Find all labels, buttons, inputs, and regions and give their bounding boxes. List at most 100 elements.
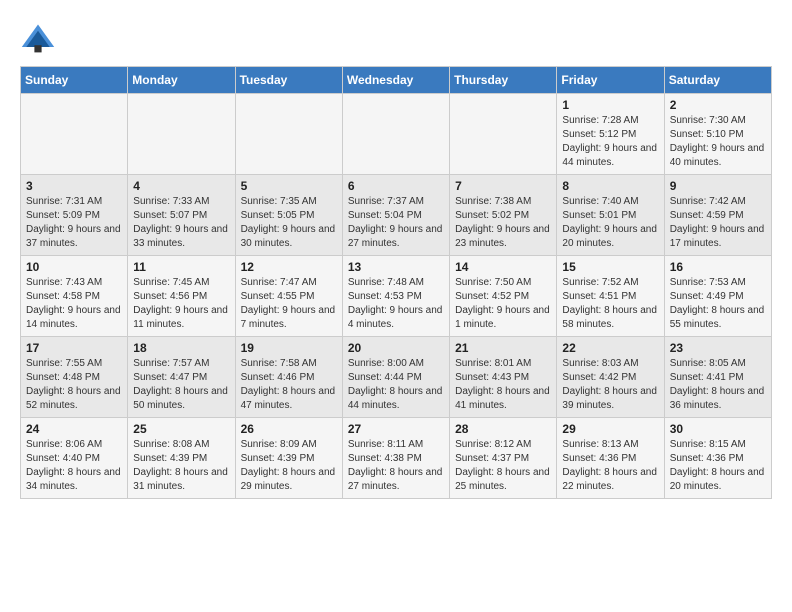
calendar-week-row: 10 Sunrise: 7:43 AM Sunset: 4:58 PM Dayli… [21, 256, 772, 337]
day-info: Sunrise: 8:09 AM Sunset: 4:39 PM Dayligh… [241, 438, 337, 494]
day-number: 9 [670, 179, 766, 193]
day-number: 26 [241, 422, 337, 436]
calendar-cell: 14 Sunrise: 7:50 AM Sunset: 4:52 PM Dayli… [450, 256, 557, 337]
calendar-week-row: 3 Sunrise: 7:31 AM Sunset: 5:09 PM Daylig… [21, 175, 772, 256]
calendar-cell: 24 Sunrise: 8:06 AM Sunset: 4:40 PM Dayli… [21, 418, 128, 499]
calendar-cell: 4Sunrise: 7:33 AM Sunset: 5:07 PM Daylig… [128, 175, 235, 256]
day-number: 16 [670, 260, 766, 274]
day-number: 20 [348, 341, 444, 355]
calendar-cell: 13 Sunrise: 7:48 AM Sunset: 4:53 PM Dayli… [342, 256, 449, 337]
calendar-cell: 11Sunrise: 7:45 AM Sunset: 4:56 PM Dayli… [128, 256, 235, 337]
calendar-cell: 20 Sunrise: 8:00 AM Sunset: 4:44 PM Dayli… [342, 337, 449, 418]
calendar-cell: 18 Sunrise: 7:57 AM Sunset: 4:47 PM Dayli… [128, 337, 235, 418]
day-number: 28 [455, 422, 551, 436]
day-number: 27 [348, 422, 444, 436]
day-info: Sunrise: 8:13 AM Sunset: 4:36 PM Dayligh… [562, 438, 658, 494]
weekday-header: Monday [128, 67, 235, 94]
calendar-cell: 6Sunrise: 7:37 AM Sunset: 5:04 PM Daylig… [342, 175, 449, 256]
calendar-cell: 15 Sunrise: 7:52 AM Sunset: 4:51 PM Dayli… [557, 256, 664, 337]
calendar-cell: 7 Sunrise: 7:38 AM Sunset: 5:02 PM Daylig… [450, 175, 557, 256]
calendar-week-row: 17 Sunrise: 7:55 AM Sunset: 4:48 PM Dayli… [21, 337, 772, 418]
calendar-cell: 19Sunrise: 7:58 AM Sunset: 4:46 PM Dayli… [235, 337, 342, 418]
weekday-header: Tuesday [235, 67, 342, 94]
calendar-cell: 8 Sunrise: 7:40 AM Sunset: 5:01 PM Daylig… [557, 175, 664, 256]
day-number: 5 [241, 179, 337, 193]
day-info: Sunrise: 8:08 AM Sunset: 4:39 PM Dayligh… [133, 438, 229, 494]
calendar-cell: 1 Sunrise: 7:28 AM Sunset: 5:12 PM Daylig… [557, 94, 664, 175]
calendar-cell: 9 Sunrise: 7:42 AM Sunset: 4:59 PM Daylig… [664, 175, 771, 256]
calendar-week-row: 24 Sunrise: 8:06 AM Sunset: 4:40 PM Dayli… [21, 418, 772, 499]
calendar-cell: 12 Sunrise: 7:47 AM Sunset: 4:55 PM Dayli… [235, 256, 342, 337]
day-info: Sunrise: 8:05 AM Sunset: 4:41 PM Dayligh… [670, 357, 766, 413]
logo [20, 20, 62, 56]
day-info: Sunrise: 7:30 AM Sunset: 5:10 PM Dayligh… [670, 114, 766, 170]
day-info: Sunrise: 7:37 AM Sunset: 5:04 PM Dayligh… [348, 195, 444, 251]
page-header [20, 20, 772, 56]
calendar-cell [342, 94, 449, 175]
day-info: Sunrise: 7:43 AM Sunset: 4:58 PM Dayligh… [26, 276, 122, 332]
calendar-week-row: 1 Sunrise: 7:28 AM Sunset: 5:12 PM Daylig… [21, 94, 772, 175]
day-info: Sunrise: 7:50 AM Sunset: 4:52 PM Dayligh… [455, 276, 551, 332]
calendar-cell: 30 Sunrise: 8:15 AM Sunset: 4:36 PM Dayli… [664, 418, 771, 499]
calendar-cell: 26 Sunrise: 8:09 AM Sunset: 4:39 PM Dayli… [235, 418, 342, 499]
logo-icon [20, 20, 56, 56]
day-number: 3 [26, 179, 122, 193]
day-info: Sunrise: 8:03 AM Sunset: 4:42 PM Dayligh… [562, 357, 658, 413]
day-info: Sunrise: 8:11 AM Sunset: 4:38 PM Dayligh… [348, 438, 444, 494]
day-number: 11 [133, 260, 229, 274]
day-info: Sunrise: 7:53 AM Sunset: 4:49 PM Dayligh… [670, 276, 766, 332]
weekday-header: Sunday [21, 67, 128, 94]
weekday-header: Wednesday [342, 67, 449, 94]
day-info: Sunrise: 7:35 AM Sunset: 5:05 PM Dayligh… [241, 195, 337, 251]
calendar-cell [21, 94, 128, 175]
day-number: 10 [26, 260, 122, 274]
day-info: Sunrise: 7:48 AM Sunset: 4:53 PM Dayligh… [348, 276, 444, 332]
day-info: Sunrise: 7:47 AM Sunset: 4:55 PM Dayligh… [241, 276, 337, 332]
calendar-cell [235, 94, 342, 175]
day-number: 24 [26, 422, 122, 436]
day-info: Sunrise: 7:57 AM Sunset: 4:47 PM Dayligh… [133, 357, 229, 413]
day-number: 19 [241, 341, 337, 355]
day-info: Sunrise: 7:28 AM Sunset: 5:12 PM Dayligh… [562, 114, 658, 170]
day-number: 15 [562, 260, 658, 274]
day-number: 7 [455, 179, 551, 193]
calendar-cell: 3 Sunrise: 7:31 AM Sunset: 5:09 PM Daylig… [21, 175, 128, 256]
day-info: Sunrise: 8:01 AM Sunset: 4:43 PM Dayligh… [455, 357, 551, 413]
calendar-cell: 21Sunrise: 8:01 AM Sunset: 4:43 PM Dayli… [450, 337, 557, 418]
day-info: Sunrise: 7:42 AM Sunset: 4:59 PM Dayligh… [670, 195, 766, 251]
day-number: 14 [455, 260, 551, 274]
day-number: 17 [26, 341, 122, 355]
day-info: Sunrise: 7:52 AM Sunset: 4:51 PM Dayligh… [562, 276, 658, 332]
calendar-cell: 29Sunrise: 8:13 AM Sunset: 4:36 PM Dayli… [557, 418, 664, 499]
day-info: Sunrise: 7:38 AM Sunset: 5:02 PM Dayligh… [455, 195, 551, 251]
day-number: 18 [133, 341, 229, 355]
calendar-cell [128, 94, 235, 175]
day-info: Sunrise: 7:40 AM Sunset: 5:01 PM Dayligh… [562, 195, 658, 251]
day-info: Sunrise: 8:15 AM Sunset: 4:36 PM Dayligh… [670, 438, 766, 494]
calendar-cell: 2Sunrise: 7:30 AM Sunset: 5:10 PM Daylig… [664, 94, 771, 175]
calendar-cell: 17 Sunrise: 7:55 AM Sunset: 4:48 PM Dayli… [21, 337, 128, 418]
day-info: Sunrise: 8:00 AM Sunset: 4:44 PM Dayligh… [348, 357, 444, 413]
weekday-header-row: SundayMondayTuesdayWednesdayThursdayFrid… [21, 67, 772, 94]
day-info: Sunrise: 7:55 AM Sunset: 4:48 PM Dayligh… [26, 357, 122, 413]
calendar-cell [450, 94, 557, 175]
calendar-cell: 28 Sunrise: 8:12 AM Sunset: 4:37 PM Dayli… [450, 418, 557, 499]
day-number: 8 [562, 179, 658, 193]
day-number: 30 [670, 422, 766, 436]
weekday-header: Saturday [664, 67, 771, 94]
day-number: 13 [348, 260, 444, 274]
day-info: Sunrise: 8:12 AM Sunset: 4:37 PM Dayligh… [455, 438, 551, 494]
day-number: 1 [562, 98, 658, 112]
day-number: 12 [241, 260, 337, 274]
weekday-header: Thursday [450, 67, 557, 94]
calendar-cell: 16 Sunrise: 7:53 AM Sunset: 4:49 PM Dayli… [664, 256, 771, 337]
calendar-cell: 5 Sunrise: 7:35 AM Sunset: 5:05 PM Daylig… [235, 175, 342, 256]
day-number: 25 [133, 422, 229, 436]
day-info: Sunrise: 8:06 AM Sunset: 4:40 PM Dayligh… [26, 438, 122, 494]
day-number: 23 [670, 341, 766, 355]
day-info: Sunrise: 7:31 AM Sunset: 5:09 PM Dayligh… [26, 195, 122, 251]
calendar-cell: 25 Sunrise: 8:08 AM Sunset: 4:39 PM Dayli… [128, 418, 235, 499]
day-number: 22 [562, 341, 658, 355]
calendar-table: SundayMondayTuesdayWednesdayThursdayFrid… [20, 66, 772, 499]
weekday-header: Friday [557, 67, 664, 94]
